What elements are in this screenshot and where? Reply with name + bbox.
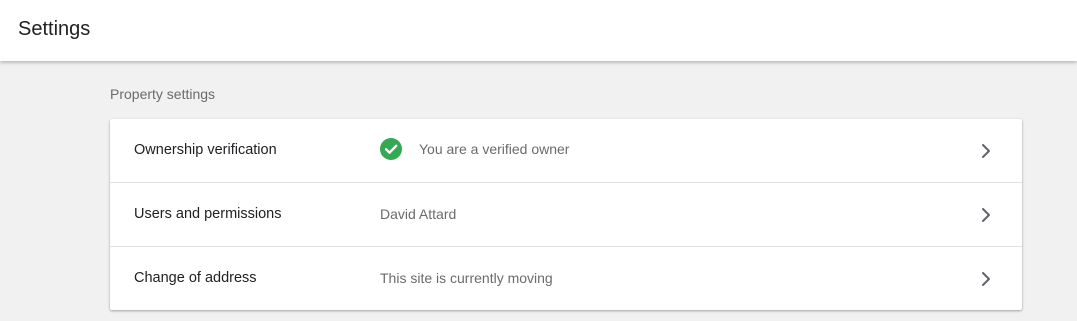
row-value: This site is currently moving	[380, 270, 553, 286]
section-title: Property settings	[110, 86, 216, 102]
chevron-right-icon[interactable]	[981, 207, 991, 223]
property-settings-card: Ownership verification You are a verifie…	[110, 119, 1022, 310]
row-value: David Attard	[380, 206, 457, 222]
settings-row-users-and-permissions[interactable]: Users and permissions David Attard	[110, 183, 1022, 247]
settings-row-change-of-address[interactable]: Change of address This site is currently…	[110, 247, 1022, 311]
row-label: Change of address	[134, 270, 257, 286]
chevron-right-icon[interactable]	[981, 271, 991, 287]
page-title: Settings	[18, 18, 91, 40]
settings-row-ownership-verification[interactable]: Ownership verification You are a verifie…	[110, 119, 1022, 183]
app-header: Settings	[0, 0, 1077, 61]
row-value: You are a verified owner	[380, 138, 569, 160]
check-circle-icon	[380, 138, 402, 160]
verified-owner-text: You are a verified owner	[419, 141, 570, 157]
row-label: Users and permissions	[134, 206, 282, 222]
row-label: Ownership verification	[134, 142, 277, 158]
chevron-right-icon[interactable]	[981, 143, 991, 159]
